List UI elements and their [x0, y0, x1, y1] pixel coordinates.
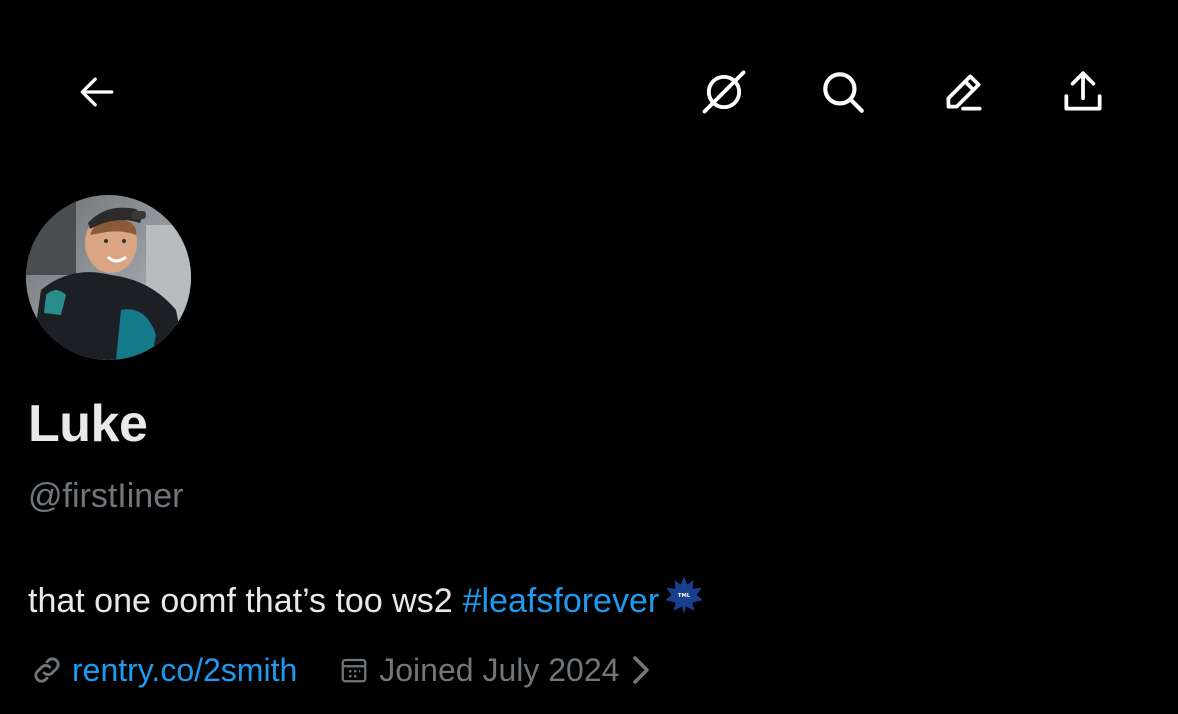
svg-text:TML: TML: [678, 593, 691, 599]
profile-meta: rentry.co/2smith Joined July 2024: [30, 648, 651, 692]
grok-icon: [702, 70, 746, 114]
share-button[interactable]: [1055, 64, 1111, 120]
bio-hashtag-link[interactable]: #leafsforever: [463, 579, 660, 623]
website-link[interactable]: rentry.co/2smith: [30, 648, 297, 692]
link-icon: [34, 657, 60, 683]
grok-button[interactable]: [696, 64, 752, 120]
bio: that one oomf that’s too ws2 #leafsforev…: [28, 574, 705, 627]
edit-pencil-icon: [946, 74, 982, 111]
bio-text: that one oomf that’s too ws2: [28, 581, 453, 620]
share-upload-icon: [1064, 71, 1102, 111]
joined-date[interactable]: Joined July 2024: [339, 648, 651, 692]
avatar-photo: [26, 195, 191, 360]
search-icon: [823, 72, 864, 113]
search-button[interactable]: [815, 64, 871, 120]
joined-date-text: Joined July 2024: [379, 652, 620, 688]
calendar-icon: [341, 658, 367, 683]
back-button[interactable]: [69, 64, 125, 120]
username-handle: @firstIiner: [28, 477, 184, 515]
edit-profile-button[interactable]: [935, 64, 991, 120]
chevron-right-icon: [633, 656, 650, 684]
avatar[interactable]: [26, 195, 191, 360]
arrow-left-icon: [80, 77, 114, 107]
maple-leafs-emoji-icon: TML: [663, 574, 705, 627]
display-name: Luke: [28, 395, 148, 453]
website-link-text[interactable]: rentry.co/2smith: [72, 648, 297, 692]
